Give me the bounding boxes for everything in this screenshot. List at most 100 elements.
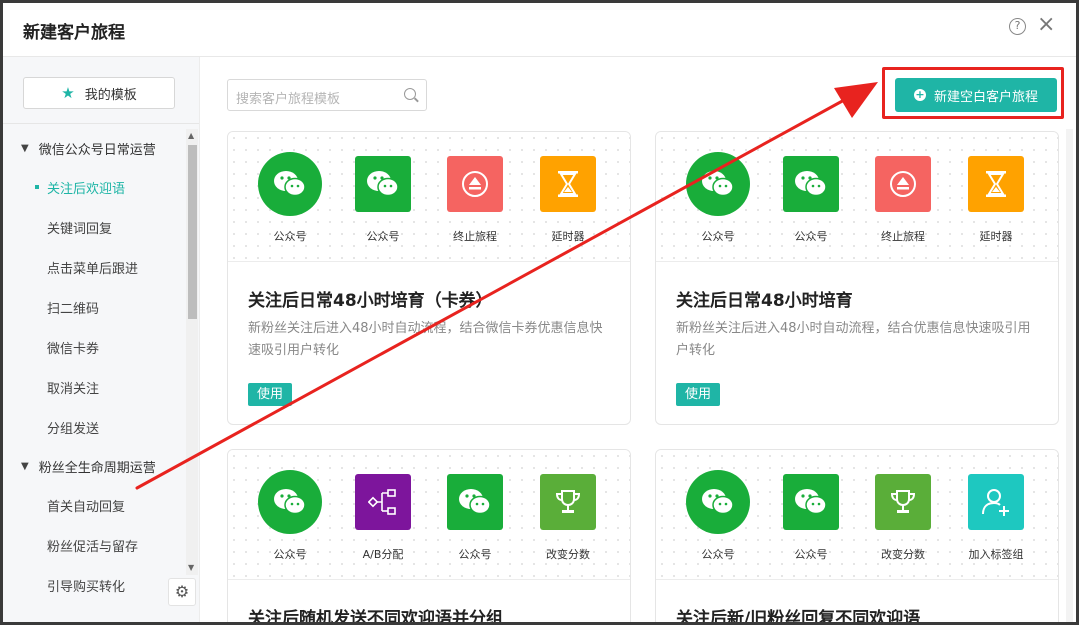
my-templates-button[interactable]: ★ 我的模板 xyxy=(23,77,175,109)
sidebar-item-label: 关键词回复 xyxy=(47,221,113,237)
eject-icon xyxy=(875,156,931,212)
template-card[interactable]: 公众号 公众号 改变分数 加入标签组关注后新/旧粉丝回复不同欢迎语 xyxy=(655,449,1059,625)
scroll-down-icon[interactable]: ▼ xyxy=(188,563,194,572)
sidebar-item-label: 首关自动回复 xyxy=(47,499,126,515)
flow-node: A/B分配 xyxy=(337,450,429,561)
sidebar-item[interactable]: 点击菜单后跟进 xyxy=(3,247,183,287)
scroll-up-icon[interactable]: ▲ xyxy=(188,131,194,140)
sidebar-item-label: 关注后欢迎语 xyxy=(47,181,126,197)
wechat-icon xyxy=(783,156,839,212)
flow-node-label: 延时器 xyxy=(979,230,1013,243)
wechat-icon xyxy=(686,152,750,216)
main-scrollbar[interactable] xyxy=(1066,129,1073,622)
flow-node: 延时器 xyxy=(950,132,1042,243)
sidebar-item[interactable]: 分组发送 xyxy=(3,407,183,447)
flow-node: 改变分数 xyxy=(522,450,614,561)
flow-node-label: 公众号 xyxy=(458,548,492,561)
card-title: 关注后随机发送不同欢迎语并分组 xyxy=(248,609,503,625)
card-description: 新粉丝关注后进入48小时自动流程，结合优惠信息快速吸引用户转化 xyxy=(676,321,1031,358)
flow-node-label: 公众号 xyxy=(794,548,828,561)
flow-node: 公众号 xyxy=(244,132,336,243)
sidebar-group-label: 微信公众号日常运营 xyxy=(38,142,156,158)
search-icon[interactable] xyxy=(404,88,416,100)
flow-node: 加入标签组 xyxy=(950,450,1042,561)
sidebar-item[interactable]: 引导购买转化 xyxy=(3,565,183,605)
scrollbar-thumb[interactable] xyxy=(188,145,197,319)
sidebar-group[interactable]: ▼ 粉丝全生命周期运营 xyxy=(3,447,183,485)
flow-node: 公众号 xyxy=(244,450,336,561)
sidebar-item-label: 取消关注 xyxy=(47,381,100,397)
flow-node-label: 公众号 xyxy=(273,548,307,561)
sidebar-item-label: 点击菜单后跟进 xyxy=(47,261,139,277)
dialog-header: 新建客户旅程 ? × xyxy=(3,3,1076,57)
flow-node: 公众号 xyxy=(337,132,429,243)
star-icon: ★ xyxy=(61,84,75,102)
sidebar-item-label: 微信卡券 xyxy=(47,341,100,357)
sidebar-group[interactable]: ▼ 微信公众号日常运营 xyxy=(3,129,183,167)
sidebar-item[interactable]: 关键词回复 xyxy=(3,207,183,247)
sidebar-nav: ▼ 微信公众号日常运营 关注后欢迎语 关键词回复 点击菜单后跟进 扫二维码 微信卡券 取消关注… xyxy=(3,129,183,605)
card-description: 新粉丝关注后进入48小时自动流程，结合微信卡券优惠信息快速吸引用户转化 xyxy=(248,321,603,358)
flow-node-label: 公众号 xyxy=(794,230,828,243)
sidebar-item[interactable]: 微信卡券 xyxy=(3,327,183,367)
gear-icon[interactable]: ⚙ xyxy=(168,578,196,606)
flow-node-label: 延时器 xyxy=(551,230,585,243)
trophy-icon xyxy=(540,474,596,530)
wechat-icon xyxy=(783,474,839,530)
sidebar: ★ 我的模板 ▼ 微信公众号日常运营 关注后欢迎语 关键词回复 点击菜单后跟进 扫二维码微… xyxy=(3,57,200,622)
active-dot-icon xyxy=(35,185,39,189)
card-title: 关注后新/旧粉丝回复不同欢迎语 xyxy=(676,609,921,625)
flow-node: 终止旅程 xyxy=(429,132,521,243)
flow-node: 公众号 xyxy=(672,450,764,561)
flow-node-label: 加入标签组 xyxy=(968,548,1024,561)
sidebar-item[interactable]: 粉丝促活与留存 xyxy=(3,525,183,565)
sidebar-item-label: 粉丝促活与留存 xyxy=(47,539,139,555)
sidebar-item-label: 引导购买转化 xyxy=(47,579,126,595)
sidebar-item[interactable]: 关注后欢迎语 xyxy=(3,167,183,207)
sidebar-group-label: 粉丝全生命周期运营 xyxy=(38,460,156,476)
search-input[interactable]: 搜索客户旅程模板 xyxy=(227,79,427,111)
use-template-button[interactable]: 使用 xyxy=(676,383,720,406)
annotation-highlight-box xyxy=(882,67,1064,119)
flow-node: 公众号 xyxy=(765,132,857,243)
template-card[interactable]: 公众号 公众号 终止旅程 延时器 关注后日常48小时培育（卡券） 新粉丝关注后进入48小时… xyxy=(227,131,631,425)
flow-node-label: 公众号 xyxy=(701,230,735,243)
flow-node-label: A/B分配 xyxy=(362,548,404,561)
flow-preview: 公众号 公众号 终止旅程 延时器 xyxy=(228,132,630,262)
sidebar-scrollbar[interactable]: ▲ ▼ xyxy=(186,129,198,575)
wechat-icon xyxy=(258,152,322,216)
flow-preview: 公众号 A/B分配 公众号 改变分数 xyxy=(228,450,630,580)
hourglass-icon xyxy=(540,156,596,212)
sidebar-item[interactable]: 扫二维码 xyxy=(3,287,183,327)
wechat-icon xyxy=(258,470,322,534)
add-tag-icon xyxy=(968,474,1024,530)
card-title: 关注后日常48小时培育（卡券） xyxy=(248,291,493,311)
sidebar-item[interactable]: 首关自动回复 xyxy=(3,485,183,525)
flow-node: 公众号 xyxy=(672,132,764,243)
main-panel: 搜索客户旅程模板 + 新建空白客户旅程 公众号 公众号 终止旅程 延时器 关注后日常48… xyxy=(200,57,1076,625)
ab-split-icon xyxy=(355,474,411,530)
wechat-icon xyxy=(686,470,750,534)
flow-node-label: 终止旅程 xyxy=(881,230,925,243)
dialog-title: 新建客户旅程 xyxy=(23,23,125,43)
card-title: 关注后日常48小时培育 xyxy=(676,291,853,311)
close-icon[interactable]: × xyxy=(1037,14,1055,36)
sidebar-item[interactable]: 取消关注 xyxy=(3,367,183,407)
template-card[interactable]: 公众号 公众号 终止旅程 延时器关注后日常48小时培育新粉丝关注后进入48小时自动流程… xyxy=(655,131,1059,425)
trophy-icon xyxy=(875,474,931,530)
my-templates-label: 我的模板 xyxy=(84,87,137,103)
flow-node: 公众号 xyxy=(429,450,521,561)
wechat-icon xyxy=(355,156,411,212)
flow-node-label: 公众号 xyxy=(701,548,735,561)
sidebar-item-label: 扫二维码 xyxy=(47,301,100,317)
help-icon[interactable]: ? xyxy=(1009,18,1026,35)
flow-node-label: 公众号 xyxy=(366,230,400,243)
sidebar-item-label: 分组发送 xyxy=(47,421,100,437)
template-card[interactable]: 公众号 A/B分配 公众号 改变分数关注后随机发送不同欢迎语并分组 xyxy=(227,449,631,625)
flow-node: 延时器 xyxy=(522,132,614,243)
flow-node-label: 改变分数 xyxy=(881,548,925,561)
caret-down-icon: ▼ xyxy=(21,460,29,472)
use-template-button[interactable]: 使用 xyxy=(248,383,292,406)
dialog: 新建客户旅程 ? × ★ 我的模板 ▼ 微信公众号日常运营 关注后欢迎语 关键词回复点… xyxy=(0,0,1079,625)
hourglass-icon xyxy=(968,156,1024,212)
